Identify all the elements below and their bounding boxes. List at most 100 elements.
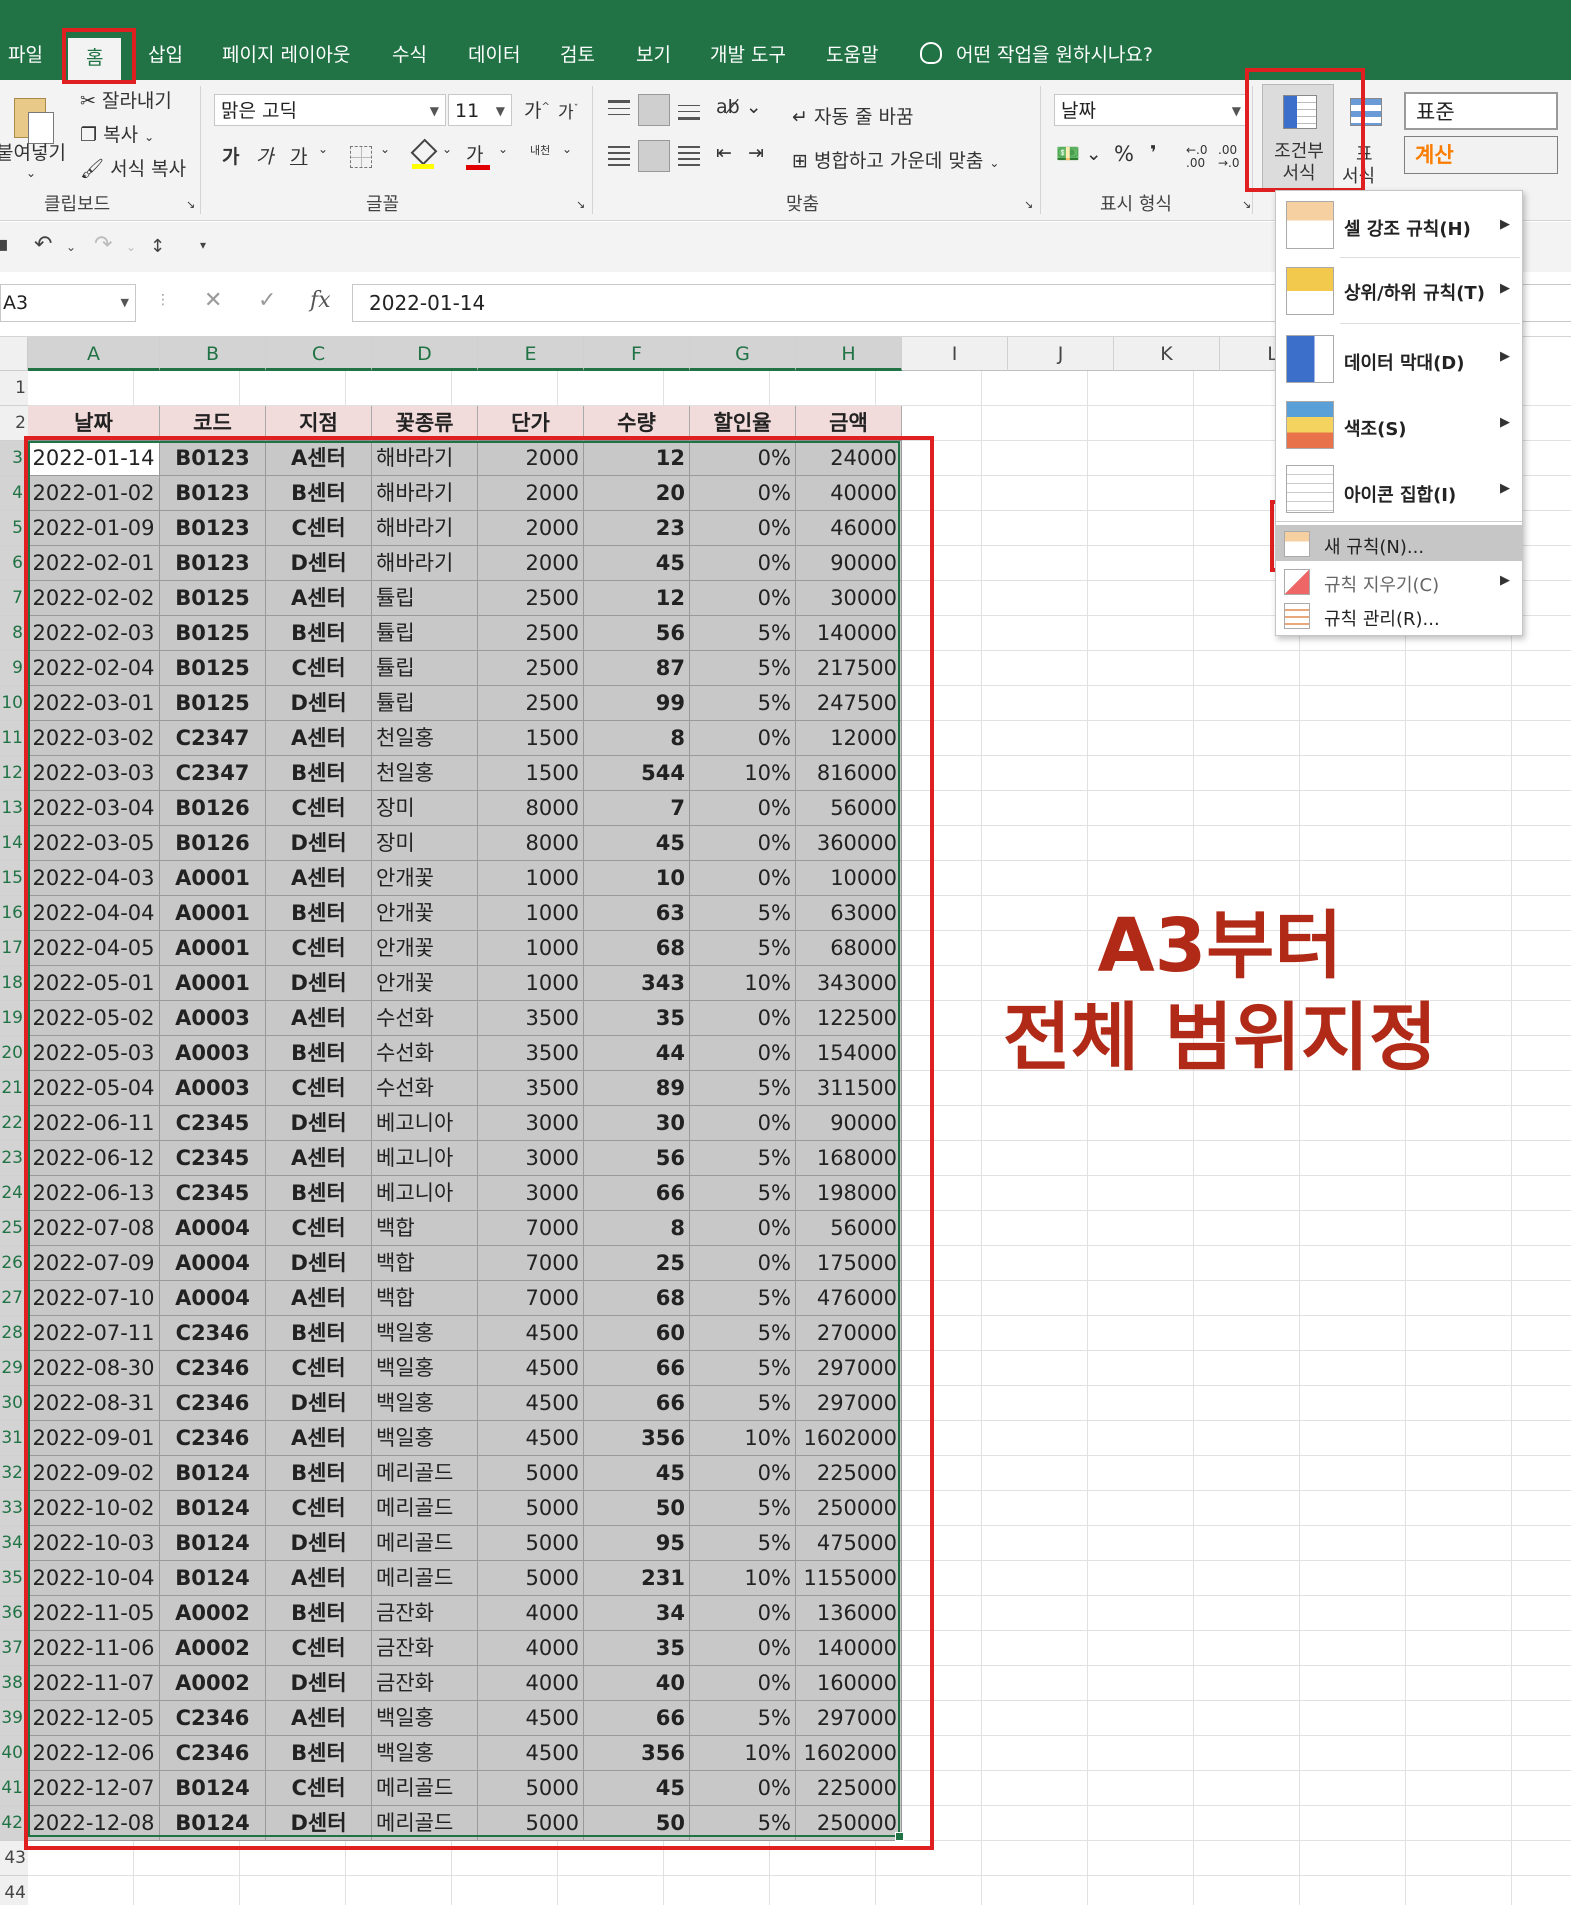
select-all-corner[interactable]: [0, 337, 28, 371]
menu-item-data-bars[interactable]: 데이터 막대(D) ▶: [1276, 325, 1522, 391]
clipboard-launcher-icon[interactable]: ↘: [186, 198, 195, 211]
font-color-button[interactable]: 가: [466, 140, 490, 170]
alignment-launcher-icon[interactable]: ↘: [1024, 198, 1033, 211]
shrink-font-button[interactable]: 가ˇ: [558, 98, 579, 123]
paste-icon[interactable]: [14, 94, 54, 144]
chevron-down-icon[interactable]: ⌄: [380, 142, 390, 156]
tab-page-layout[interactable]: 페이지 레이아웃: [222, 38, 350, 72]
submenu-arrow-icon: ▶: [1500, 217, 1510, 232]
tab-developer[interactable]: 개발 도구: [710, 38, 786, 72]
column-header-e[interactable]: E: [478, 337, 584, 371]
percent-button[interactable]: %: [1114, 142, 1134, 166]
underline-button[interactable]: 가: [290, 142, 307, 169]
decrease-decimal-button[interactable]: .00 →.0: [1218, 144, 1242, 170]
chevron-down-icon[interactable]: ⌄: [66, 240, 76, 254]
cut-button[interactable]: ✂ 잘라내기: [80, 86, 172, 113]
save-icon[interactable]: ▪: [0, 232, 9, 257]
menu-item-highlight-cells[interactable]: 셀 강조 규칙(H) ▶: [1276, 195, 1522, 255]
tab-help[interactable]: 도움말: [826, 38, 878, 72]
increase-indent-icon[interactable]: ⇥: [748, 142, 764, 164]
orientation-icon[interactable]: ab̸ ⌄: [716, 96, 762, 118]
submenu-arrow-icon: ▶: [1500, 573, 1510, 588]
font-size-combo[interactable]: 11 ▼: [448, 94, 512, 126]
merge-center-button[interactable]: ⊞ 병합하고 가운데 맞춤 ⌄: [792, 146, 999, 173]
borders-icon[interactable]: [350, 146, 372, 168]
menu-item-color-scales[interactable]: 색조(S) ▶: [1276, 391, 1522, 457]
grow-font-button[interactable]: 가^: [524, 96, 550, 123]
name-box-value: A3: [3, 292, 29, 314]
submenu-arrow-icon: ▶: [1500, 415, 1510, 430]
menu-item-icon-sets[interactable]: 아이콘 집합(I) ▶: [1276, 457, 1522, 519]
column-header-g[interactable]: G: [690, 337, 796, 371]
font-name-combo[interactable]: 맑은 고딕 ▼: [214, 94, 446, 126]
font-launcher-icon[interactable]: ↘: [576, 198, 585, 211]
chevron-down-icon[interactable]: ⌄: [126, 240, 136, 254]
chevron-down-icon[interactable]: ⌄: [498, 142, 508, 156]
font-size-value: 11: [455, 100, 480, 122]
number-launcher-icon[interactable]: ↘: [1242, 198, 1251, 211]
clear-rules-icon: [1284, 569, 1310, 595]
align-middle-icon[interactable]: [638, 94, 670, 126]
tab-data[interactable]: 데이터: [468, 38, 520, 72]
align-right-icon[interactable]: [678, 146, 700, 166]
annotation-line-2: 전체 범위지정: [1002, 995, 1438, 1081]
increase-decimal-button[interactable]: ←.0 .00: [1186, 144, 1210, 170]
tab-file[interactable]: 파일: [8, 38, 43, 72]
align-bottom-icon[interactable]: [678, 100, 700, 120]
menu-item-new-rule[interactable]: 새 규칙(N)...: [1276, 525, 1522, 561]
decrease-indent-icon[interactable]: ⇤: [716, 142, 732, 164]
column-header-d[interactable]: D: [372, 337, 478, 371]
fill-color-icon[interactable]: [410, 138, 438, 170]
italic-button[interactable]: 가: [256, 142, 273, 169]
align-left-icon[interactable]: [608, 146, 630, 166]
paste-dropdown-chevron-icon[interactable]: ⌄: [26, 166, 36, 180]
comma-button[interactable]: ❜: [1150, 142, 1157, 164]
menu-item-label: 아이콘 집합(I): [1344, 485, 1457, 506]
menu-item-label: 규칙 관리(R)...: [1324, 609, 1440, 630]
customize-qat-icon[interactable]: ▾: [200, 238, 206, 252]
chevron-down-icon[interactable]: ⌄: [318, 142, 328, 156]
wrap-text-button[interactable]: ↵ 자동 줄 바꿈: [792, 102, 913, 129]
align-center-icon[interactable]: [638, 140, 670, 172]
number-format-combo[interactable]: 날짜 ▼: [1054, 94, 1248, 126]
tab-insert[interactable]: 삽입: [148, 38, 183, 72]
tab-view[interactable]: 보기: [636, 38, 671, 72]
menu-item-top-bottom[interactable]: 상위/하위 규칙(T) ▶: [1276, 259, 1522, 321]
column-header-c[interactable]: C: [266, 337, 372, 371]
format-painter-button[interactable]: 🖌 서식 복사: [80, 154, 186, 181]
bold-button[interactable]: 가: [222, 142, 239, 169]
column-header-h[interactable]: H: [796, 337, 902, 371]
column-header-i[interactable]: I: [902, 337, 1008, 371]
cancel-icon[interactable]: ✕: [204, 288, 222, 313]
highlight-cells-icon: [1286, 201, 1334, 249]
phonetic-button[interactable]: 내천: [530, 142, 550, 158]
column-header-j[interactable]: J: [1008, 337, 1114, 371]
enter-icon[interactable]: ✓: [258, 288, 276, 313]
accounting-format-icon[interactable]: 💵 ⌄: [1056, 142, 1102, 165]
menu-item-clear-rules[interactable]: 규칙 지우기(C) ▶: [1276, 563, 1522, 599]
name-box[interactable]: A3 ▼: [0, 284, 136, 322]
column-header-b[interactable]: B: [160, 337, 266, 371]
row-header-1[interactable]: 1: [0, 371, 28, 406]
cell-style-normal[interactable]: 표준: [1404, 92, 1558, 130]
redo-icon[interactable]: ↷: [94, 232, 112, 257]
column-header-f[interactable]: F: [584, 337, 690, 371]
column-header-a[interactable]: A: [28, 337, 160, 371]
sort-icon[interactable]: ↕: [150, 236, 165, 257]
row-header-44[interactable]: 44: [0, 1876, 28, 1905]
chevron-down-icon[interactable]: ⌄: [562, 142, 572, 156]
copy-button[interactable]: ❐ 복사 ⌄: [80, 120, 154, 147]
annotation-line-1: A3부터: [1097, 903, 1343, 989]
cell-style-calculation[interactable]: 계산: [1404, 136, 1558, 174]
align-top-icon[interactable]: [608, 100, 630, 120]
tab-review[interactable]: 검토: [560, 38, 595, 72]
paste-button[interactable]: 붙여넣기: [0, 138, 66, 165]
undo-icon[interactable]: ↶: [34, 232, 52, 257]
column-header-k[interactable]: K: [1114, 337, 1220, 371]
tab-formulas[interactable]: 수식: [392, 38, 427, 72]
data-bars-icon: [1286, 335, 1334, 383]
insert-function-icon[interactable]: fx: [310, 288, 331, 313]
tell-me-search[interactable]: 어떤 작업을 원하시나요?: [920, 38, 1153, 72]
menu-item-manage-rules[interactable]: 규칙 관리(R)...: [1276, 599, 1522, 633]
chevron-down-icon[interactable]: ⌄: [442, 142, 452, 156]
